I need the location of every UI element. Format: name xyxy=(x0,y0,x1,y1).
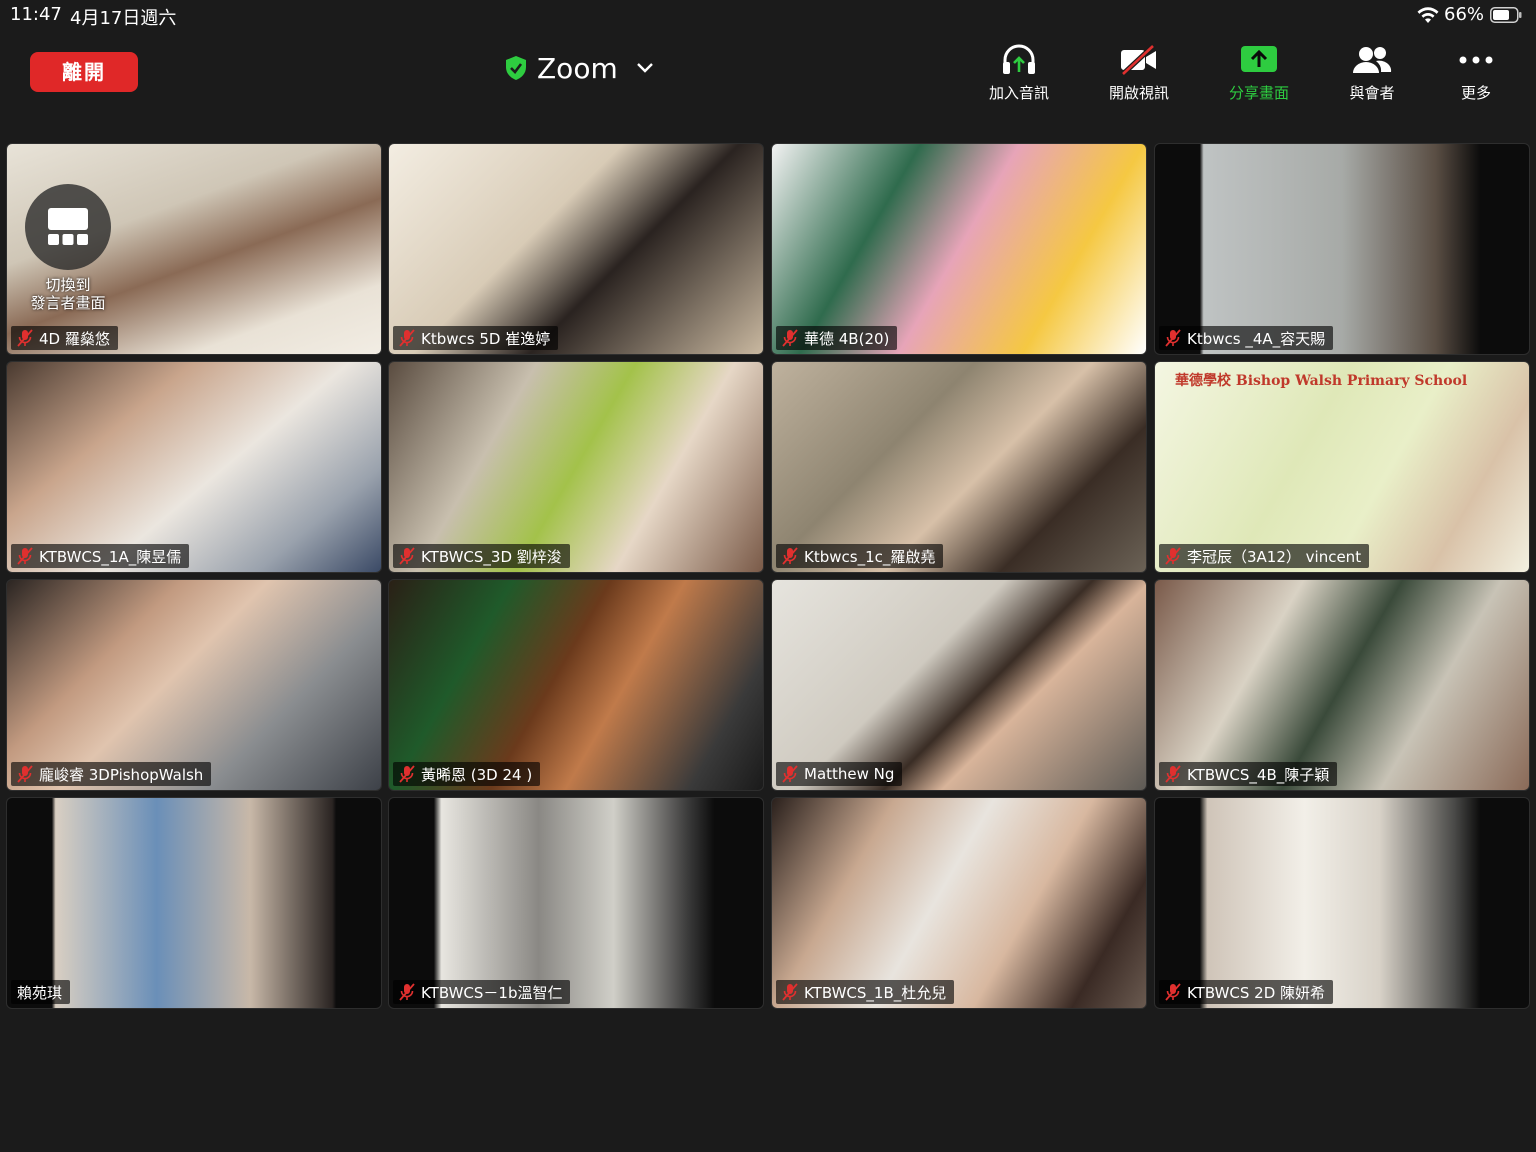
share-screen-icon xyxy=(1241,46,1277,72)
video-tile[interactable]: 切換到 發言者畫面 4D 羅燊悠 xyxy=(6,143,382,355)
share-screen-label: 分享畫面 xyxy=(1228,84,1289,102)
video-tile[interactable]: KTBWCS 2D 陳妍希 xyxy=(1154,797,1530,1009)
participant-name-tag: KTBWCS_1B_杜允兒 xyxy=(776,980,955,1004)
participant-name-tag: 華德 4B(20) xyxy=(776,326,898,350)
video-tile[interactable]: 華德 4B(20) xyxy=(771,143,1147,355)
microphone-muted-icon xyxy=(782,329,798,347)
more-dots-icon xyxy=(1459,56,1493,64)
status-time: 11:47 xyxy=(10,4,62,25)
video-tile[interactable]: KTBWCS－1b溫智仁 xyxy=(388,797,764,1009)
participant-name: KTBWCS_3D 劉梓浚 xyxy=(421,547,562,566)
meeting-toolbar: 離開 Zoom 加入音訊 開啟視訊 分享畫面 與會者 更多 xyxy=(0,30,1536,110)
microphone-muted-icon xyxy=(399,329,415,347)
microphone-muted-icon xyxy=(399,765,415,783)
participant-name: KTBWCS_4B_陳子穎 xyxy=(1187,765,1330,784)
participant-name: 黃晞恩 (3D 24 ) xyxy=(421,765,533,784)
participant-name: 賴苑琪 xyxy=(17,983,63,1002)
video-tile[interactable]: KTBWCS_3D 劉梓浚 xyxy=(388,361,764,573)
join-audio-label: 加入音訊 xyxy=(988,84,1049,102)
battery-icon xyxy=(1490,7,1522,23)
participants-icon xyxy=(1353,47,1392,73)
participant-name: Ktbwcs _4A_容天賜 xyxy=(1187,329,1326,348)
participant-name-tag: KTBWCS_3D 劉梓浚 xyxy=(393,544,570,568)
participants-label: 與會者 xyxy=(1349,84,1395,102)
start-video-button[interactable]: 開啟視訊 xyxy=(1089,44,1189,103)
microphone-muted-icon xyxy=(399,547,415,565)
video-off-icon xyxy=(1121,44,1156,76)
participant-name-tag: KTBWCS_4B_陳子穎 xyxy=(1159,762,1338,786)
participant-name: KTBWCS_1A_陳昱儒 xyxy=(39,547,182,566)
participant-name: 華德 4B(20) xyxy=(804,329,890,348)
participant-name: Ktbwcs_1c_羅啟堯 xyxy=(804,547,936,566)
encryption-shield-icon xyxy=(506,56,526,80)
participant-name-tag: KTBWCS_1A_陳昱儒 xyxy=(11,544,190,568)
participant-name: 龐峻睿 3DPishopWalsh xyxy=(39,765,204,784)
leave-button[interactable]: 離開 xyxy=(30,52,138,92)
participant-name-tag: Matthew Ng xyxy=(776,762,903,786)
microphone-muted-icon xyxy=(1165,765,1181,783)
participant-name-tag: KTBWCS 2D 陳妍希 xyxy=(1159,980,1334,1004)
participant-name: 李冠辰（3A12） vincent xyxy=(1187,547,1362,566)
video-tile[interactable]: 龐峻睿 3DPishopWalsh xyxy=(6,579,382,791)
share-screen-button[interactable]: 分享畫面 xyxy=(1209,44,1309,103)
participant-name-tag: 4D 羅燊悠 xyxy=(11,326,118,350)
video-tile[interactable]: Ktbwcs_1c_羅啟堯 xyxy=(771,361,1147,573)
headphones-icon xyxy=(1003,44,1035,74)
microphone-muted-icon xyxy=(399,983,415,1001)
gallery-grid: 切換到 發言者畫面 4D 羅燊悠 Ktbwcs 5D 崔逸婷 華德 4B(20)… xyxy=(6,143,1530,1009)
participant-name: KTBWCS_1B_杜允兒 xyxy=(804,983,947,1002)
participant-name: Matthew Ng xyxy=(804,765,895,783)
video-tile[interactable]: Ktbwcs _4A_容天賜 xyxy=(1154,143,1530,355)
participant-name-tag: Ktbwcs _4A_容天賜 xyxy=(1159,326,1334,350)
battery-percent: 66% xyxy=(1444,4,1485,25)
microphone-muted-icon xyxy=(17,329,33,347)
meeting-info-button[interactable]: Zoom xyxy=(505,48,654,88)
participant-name-tag: 李冠辰（3A12） vincent xyxy=(1159,544,1370,568)
status-bar: 11:47 4月17日週六 66% xyxy=(0,0,1536,30)
meeting-title: Zoom xyxy=(537,51,618,85)
microphone-muted-icon xyxy=(17,765,33,783)
participant-name-tag: KTBWCS－1b溫智仁 xyxy=(393,980,571,1004)
participant-name-tag: 龐峻睿 3DPishopWalsh xyxy=(11,762,212,786)
switch-view-line1: 切換到 xyxy=(45,276,91,294)
join-audio-button[interactable]: 加入音訊 xyxy=(969,44,1069,103)
microphone-muted-icon xyxy=(782,983,798,1001)
video-tile[interactable]: KTBWCS_4B_陳子穎 xyxy=(1154,579,1530,791)
start-video-label: 開啟視訊 xyxy=(1108,84,1169,102)
video-tile[interactable]: 黃晞恩 (3D 24 ) xyxy=(388,579,764,791)
chevron-down-icon xyxy=(636,63,653,73)
microphone-muted-icon xyxy=(1165,983,1181,1001)
speaker-view-icon xyxy=(48,208,88,245)
microphone-muted-icon xyxy=(782,765,798,783)
microphone-muted-icon xyxy=(17,547,33,565)
video-tile[interactable]: 賴苑琪 xyxy=(6,797,382,1009)
microphone-muted-icon xyxy=(782,547,798,565)
video-tile[interactable]: Matthew Ng xyxy=(771,579,1147,791)
school-banner: 華德學校 Bishop Walsh Primary School xyxy=(1175,373,1468,389)
participant-name: KTBWCS－1b溫智仁 xyxy=(421,983,563,1002)
more-button[interactable]: 更多 xyxy=(1426,44,1526,103)
participants-button[interactable]: 與會者 xyxy=(1322,44,1422,103)
participant-name-tag: Ktbwcs_1c_羅啟堯 xyxy=(776,544,944,568)
more-label: 更多 xyxy=(1460,84,1491,102)
status-date: 4月17日週六 xyxy=(70,8,177,29)
microphone-muted-icon xyxy=(1165,329,1181,347)
participant-name: Ktbwcs 5D 崔逸婷 xyxy=(421,329,551,348)
video-tile[interactable]: 華德學校 Bishop Walsh Primary School 李冠辰（3A1… xyxy=(1154,361,1530,573)
wifi-icon xyxy=(1417,7,1439,23)
participant-name-tag: 賴苑琪 xyxy=(11,980,71,1004)
participant-name-tag: Ktbwcs 5D 崔逸婷 xyxy=(393,326,559,350)
switch-view-line2: 發言者畫面 xyxy=(30,294,106,312)
microphone-muted-icon xyxy=(1165,547,1181,565)
video-tile[interactable]: KTBWCS_1B_杜允兒 xyxy=(771,797,1147,1009)
switch-speaker-view-button[interactable]: 切換到 發言者畫面 xyxy=(23,184,113,312)
participant-name: 4D 羅燊悠 xyxy=(39,329,110,348)
participant-name-tag: 黃晞恩 (3D 24 ) xyxy=(393,762,541,786)
video-tile[interactable]: Ktbwcs 5D 崔逸婷 xyxy=(388,143,764,355)
participant-name: KTBWCS 2D 陳妍希 xyxy=(1187,983,1326,1002)
video-tile[interactable]: KTBWCS_1A_陳昱儒 xyxy=(6,361,382,573)
